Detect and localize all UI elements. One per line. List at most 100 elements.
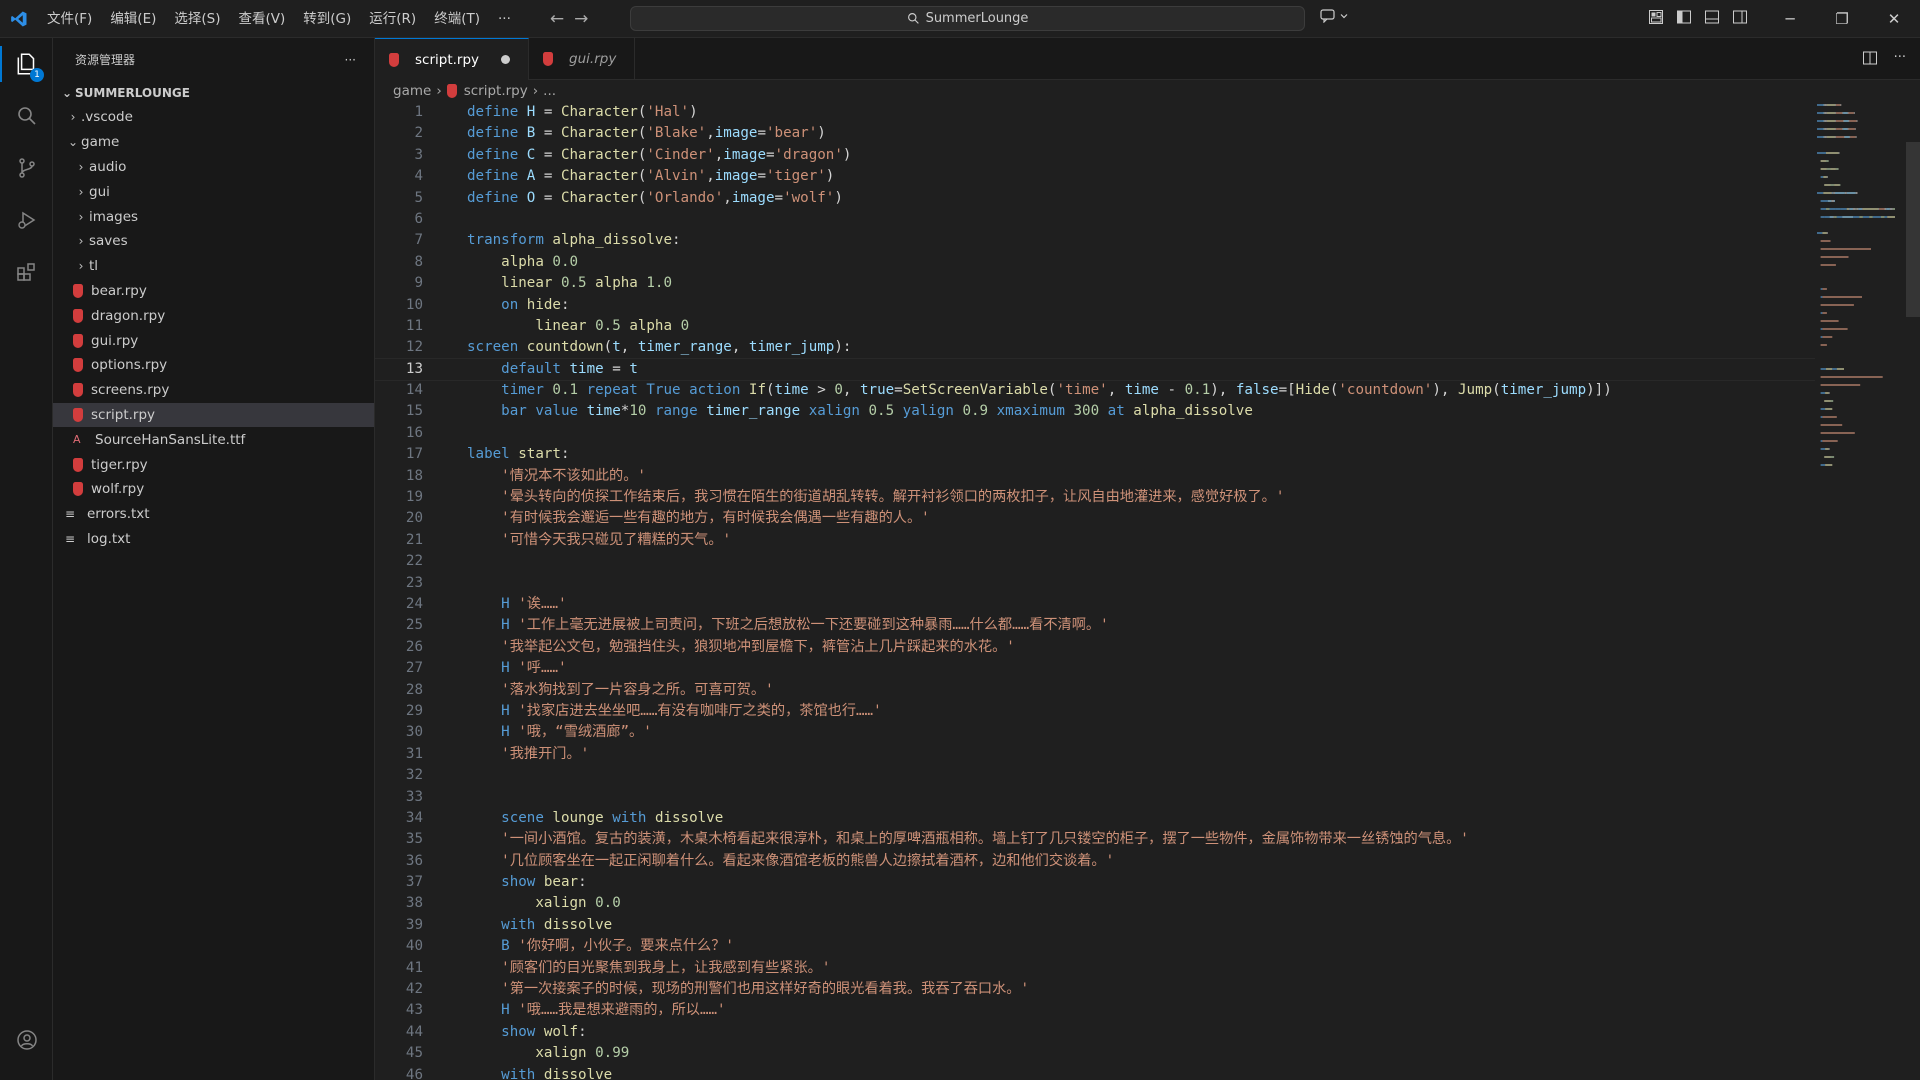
code-line[interactable]: 15 bar value time*10 range timer_range x… bbox=[375, 401, 1815, 422]
menu-item[interactable]: ··· bbox=[489, 0, 520, 38]
code-line[interactable]: 31 '我推开门。' bbox=[375, 744, 1815, 765]
code-line[interactable]: 22 bbox=[375, 551, 1815, 572]
code-line[interactable]: 35 '一间小酒馆。复古的装潢，木桌木椅看起来很淳朴，和桌上的厚啤酒瓶相称。墙上… bbox=[375, 829, 1815, 850]
scrollbar-thumb[interactable] bbox=[1906, 142, 1920, 317]
code-line[interactable]: 33 bbox=[375, 787, 1815, 808]
minimize-icon[interactable]: ─ bbox=[1764, 0, 1816, 38]
code-line[interactable]: 29 H '找家店进去坐坐吧……有没有咖啡厅之类的，茶馆也行……' bbox=[375, 701, 1815, 722]
code-line[interactable]: 1 define H = Character('Hal') bbox=[375, 102, 1815, 123]
code-line[interactable]: 36 '几位顾客坐在一起正闲聊着什么。看起来像酒馆老板的熊兽人边擦拭着酒杯，边和… bbox=[375, 851, 1815, 872]
code-line[interactable]: 34 scene lounge with dissolve bbox=[375, 808, 1815, 829]
file-tree-item[interactable]: gui.rpy bbox=[53, 328, 374, 353]
code-line[interactable]: 4 define A = Character('Alvin',image='tig… bbox=[375, 166, 1815, 187]
code-line[interactable]: 42 '第一次接案子的时候，现场的刑警们也用这样好奇的眼光看着我。我吞了吞口水。… bbox=[375, 979, 1815, 1000]
code-line[interactable]: 25 H '工作上毫无进展被上司责问，下班之后想放松一下还要碰到这种暴雨……什么… bbox=[375, 615, 1815, 636]
file-tree-item[interactable]: › gui bbox=[53, 179, 374, 204]
file-tree-item[interactable]: › audio bbox=[53, 155, 374, 180]
menu-item[interactable]: 终端(T) bbox=[425, 0, 489, 38]
minimap[interactable] bbox=[1815, 102, 1900, 482]
toggle-primary-sidebar-icon[interactable] bbox=[1676, 9, 1692, 25]
file-tree-item[interactable]: tiger.rpy bbox=[53, 452, 374, 477]
file-tree-item[interactable]: screens.rpy bbox=[53, 378, 374, 403]
menu-item[interactable]: 编辑(E) bbox=[101, 0, 165, 38]
customize-layout-icon[interactable] bbox=[1648, 9, 1664, 25]
code-line[interactable]: 40 B '你好啊，小伙子。要来点什么？' bbox=[375, 936, 1815, 957]
code-line[interactable]: 6 bbox=[375, 209, 1815, 230]
code-line[interactable]: 16 bbox=[375, 423, 1815, 444]
explorer-icon[interactable]: 1 bbox=[0, 38, 53, 90]
forward-arrow-icon[interactable]: → bbox=[574, 9, 588, 29]
code-line[interactable]: 17 label start: bbox=[375, 444, 1815, 465]
back-arrow-icon[interactable]: ← bbox=[550, 9, 564, 29]
breadcrumb-item[interactable]: game bbox=[393, 83, 431, 99]
file-tree-item[interactable]: › .vscode bbox=[53, 105, 374, 130]
tab-active[interactable]: script.rpy bbox=[375, 38, 530, 80]
code-line[interactable]: 12 screen countdown(t, timer_range, timer… bbox=[375, 337, 1815, 358]
menu-item[interactable]: 运行(R) bbox=[360, 0, 425, 38]
file-tree-item[interactable]: › tl bbox=[53, 254, 374, 279]
copilot-button[interactable] bbox=[1320, 9, 1349, 23]
tab-inactive[interactable]: gui.rpy bbox=[529, 38, 636, 79]
menu-item[interactable]: 查看(V) bbox=[230, 0, 295, 38]
code-line[interactable]: 39 with dissolve bbox=[375, 915, 1815, 936]
source-control-icon[interactable] bbox=[0, 142, 53, 194]
file-tree-item[interactable]: options.rpy bbox=[53, 353, 374, 378]
file-tree-item[interactable]: dragon.rpy bbox=[53, 303, 374, 328]
code-line[interactable]: 46 with dissolve bbox=[375, 1065, 1815, 1080]
code-line[interactable]: 20 '有时候我会邂逅一些有趣的地方，有时候我会偶遇一些有趣的人。' bbox=[375, 508, 1815, 529]
menu-item[interactable]: 选择(S) bbox=[165, 0, 229, 38]
breadcrumb-item[interactable]: ... bbox=[543, 83, 556, 99]
code-line[interactable]: 27 H '呼……' bbox=[375, 658, 1815, 679]
code-line[interactable]: 32 bbox=[375, 765, 1815, 786]
split-editor-icon[interactable] bbox=[1862, 50, 1878, 66]
restore-icon[interactable]: ❐ bbox=[1816, 0, 1868, 38]
file-tree-item[interactable]: wolf.rpy bbox=[53, 477, 374, 502]
menu-item[interactable]: 文件(F) bbox=[38, 0, 101, 38]
code-line[interactable]: 28 '落水狗找到了一片容身之所。可喜可贺。' bbox=[375, 680, 1815, 701]
code-line[interactable]: 43 H '哦……我是想来避雨的，所以……' bbox=[375, 1000, 1815, 1021]
file-tree-item[interactable]: bear.rpy bbox=[53, 279, 374, 304]
code-line[interactable]: 11 linear 0.5 alpha 0 bbox=[375, 316, 1815, 337]
command-center-search[interactable]: SummerLounge bbox=[630, 6, 1305, 31]
file-tree-item[interactable]: A SourceHanSansLite.ttf bbox=[53, 427, 374, 452]
accounts-icon[interactable] bbox=[0, 1014, 53, 1066]
code-line[interactable]: 24 H '诶……' bbox=[375, 594, 1815, 615]
code-line[interactable]: 37 show bear: bbox=[375, 872, 1815, 893]
code-line[interactable]: 3 define C = Character('Cinder',image='dr… bbox=[375, 145, 1815, 166]
code-line[interactable]: 23 bbox=[375, 573, 1815, 594]
extensions-icon[interactable] bbox=[0, 246, 53, 298]
code-line[interactable]: 26 '我举起公文包，勉强挡住头，狼狈地冲到屋檐下，裤管沾上几片踩起来的水花。' bbox=[375, 637, 1815, 658]
file-tree-item[interactable]: › images bbox=[53, 204, 374, 229]
search-activity-icon[interactable] bbox=[0, 90, 53, 142]
code-line[interactable]: 7 transform alpha_dissolve: bbox=[375, 230, 1815, 251]
code-line[interactable]: 14 timer 0.1 repeat True action If(time … bbox=[375, 380, 1815, 401]
code-line[interactable]: 38 xalign 0.0 bbox=[375, 893, 1815, 914]
unsaved-dot-icon[interactable] bbox=[501, 55, 511, 64]
editor-scrollbar[interactable] bbox=[1906, 102, 1920, 1080]
code-line[interactable]: 45 xalign 0.99 bbox=[375, 1043, 1815, 1064]
code-line[interactable]: 41 '顾客们的目光聚焦到我身上，让我感到有些紧张。' bbox=[375, 958, 1815, 979]
run-debug-icon[interactable] bbox=[0, 194, 53, 246]
code-line[interactable]: 8 alpha 0.0 bbox=[375, 252, 1815, 273]
more-actions-icon[interactable]: ··· bbox=[1894, 50, 1906, 66]
file-tree-item[interactable]: ≡ errors.txt bbox=[53, 502, 374, 527]
toggle-panel-icon[interactable] bbox=[1704, 9, 1720, 25]
code-line[interactable]: 5 define O = Character('Orlando',image='w… bbox=[375, 188, 1815, 209]
code-line[interactable]: 9 linear 0.5 alpha 1.0 bbox=[375, 273, 1815, 294]
file-tree-item[interactable]: › saves bbox=[53, 229, 374, 254]
code-line[interactable]: 21 '可惜今天我只碰见了糟糕的天气。' bbox=[375, 530, 1815, 551]
file-tree-item[interactable]: script.rpy bbox=[53, 402, 374, 428]
code-line[interactable]: 30 H '哦，“雪绒酒廊”。' bbox=[375, 722, 1815, 743]
toggle-secondary-sidebar-icon[interactable] bbox=[1732, 9, 1748, 25]
breadcrumb-item[interactable]: script.rpy bbox=[464, 83, 528, 99]
code-line[interactable]: 44 show wolf: bbox=[375, 1022, 1815, 1043]
close-icon[interactable]: ✕ bbox=[1868, 0, 1920, 38]
code-line[interactable]: 13 default time = t bbox=[375, 357, 1815, 382]
menu-item[interactable]: 转到(G) bbox=[294, 0, 360, 38]
code-line[interactable]: 10 on hide: bbox=[375, 295, 1815, 316]
code-line[interactable]: 18 '情况本不该如此的。' bbox=[375, 466, 1815, 487]
code-editor[interactable]: 1 define H = Character('Hal') 2 define B = … bbox=[375, 102, 1815, 1080]
code-line[interactable]: 2 define B = Character('Blake',image='bea… bbox=[375, 123, 1815, 144]
workspace-root[interactable]: ⌄ SUMMERLOUNGE bbox=[53, 81, 374, 105]
more-actions-icon[interactable]: ··· bbox=[345, 53, 356, 67]
